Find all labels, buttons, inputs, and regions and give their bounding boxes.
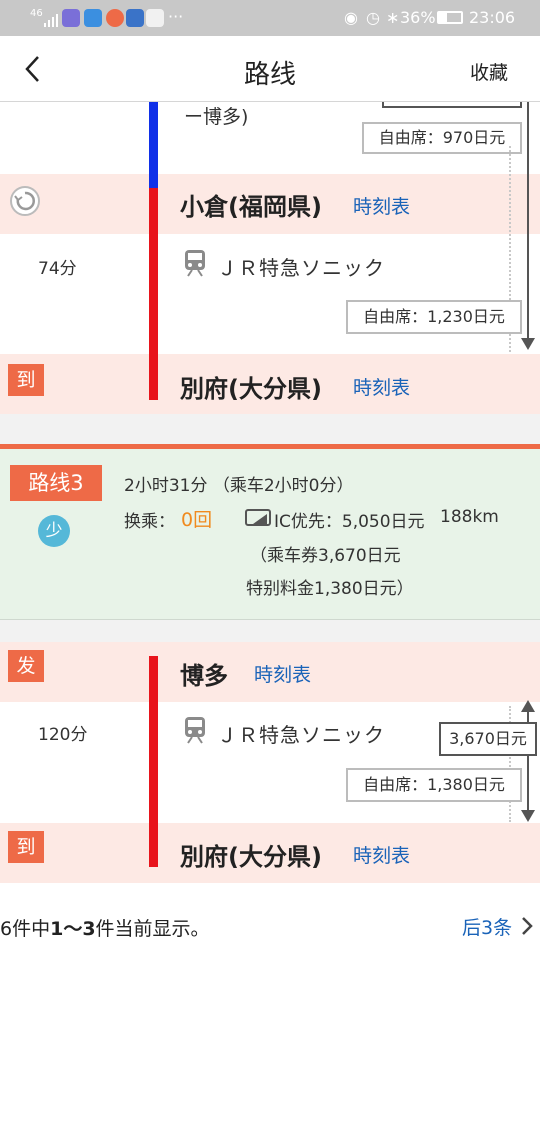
route-3-summary[interactable]: 路线3 少 2小时31分 （乘车2小时0分） 换乘： 0回 IC优先：5,050… — [0, 449, 540, 620]
fare-box: 自由席：1,230日元 — [346, 300, 522, 334]
station-name[interactable]: 別府(大分県) — [180, 837, 322, 872]
distance: 188km — [440, 507, 499, 527]
ticket-fare: （乘车券3,670日元 — [250, 546, 401, 566]
app-notification-icon — [126, 9, 144, 27]
timetable-link[interactable]: 時刻表 — [353, 192, 410, 219]
segment-duration: 74分 — [38, 259, 77, 279]
arrow-down-icon — [521, 338, 535, 350]
next-page-button[interactable]: 后3条 — [462, 913, 535, 941]
more-notifications-icon: ··· — [168, 7, 184, 26]
rail-line-red — [149, 354, 158, 400]
time-summary: 2小时31分 （乘车2小时0分） — [124, 476, 354, 496]
prev-line-text: ー博多) — [184, 106, 249, 128]
alarm-icon: ◷ — [366, 8, 380, 27]
app-notification-icon — [62, 9, 80, 27]
station-name[interactable]: 別府(大分県) — [180, 369, 322, 404]
result-summary: 6件中1〜3件当前显示。 — [0, 914, 210, 941]
app-notification-icon — [146, 9, 164, 27]
status-bar: 46 ··· ◉ ◷ ∗ 36% 23:06 — [0, 0, 540, 36]
fare-bracket-line — [527, 102, 529, 338]
train-icon — [183, 249, 207, 277]
app-notification-icon — [84, 9, 102, 27]
transfer-label: 换乘： — [124, 512, 175, 532]
favorite-button[interactable]: 收藏 — [470, 58, 508, 85]
station-name[interactable]: 博多 — [180, 656, 228, 691]
transfer-count: 0回 — [181, 509, 213, 531]
rail-line-blue — [149, 102, 158, 188]
summary-suffix: 件当前显示。 — [95, 918, 210, 940]
ic-priority-fare: IC优先：5,050日元 — [274, 512, 425, 532]
station-name[interactable]: 小倉(福岡県) — [180, 187, 322, 222]
route-2-details: ー博多) 自由席：970日元 小倉(福岡県) 時刻表 74分 ＪＲ特急ソニック … — [0, 102, 540, 414]
summary-prefix: 6件中 — [0, 918, 51, 940]
fare-box: 自由席：1,380日元 — [346, 768, 522, 802]
section-separator — [0, 620, 540, 642]
train-name: ＪＲ特急ソニック — [217, 723, 385, 747]
fare-box: 自由席：970日元 — [362, 122, 522, 154]
arrive-tag: 到 — [8, 831, 44, 863]
ticket-fare-box: 3,670日元 — [439, 722, 537, 756]
bluetooth-icon: ∗ — [386, 8, 400, 27]
signal-icon: 46 — [30, 8, 43, 19]
chevron-right-icon — [522, 917, 533, 935]
fewest-transfers-badge: 少 — [38, 515, 70, 547]
transfer-icon — [10, 186, 40, 216]
arrow-up-icon — [521, 700, 535, 712]
arrow-down-icon — [521, 810, 535, 822]
timetable-link[interactable]: 時刻表 — [353, 841, 410, 868]
timetable-link[interactable]: 時刻表 — [254, 660, 311, 687]
eye-icon: ◉ — [344, 8, 358, 27]
battery-percent: 36% — [400, 8, 436, 27]
app-notification-icon — [106, 9, 124, 27]
fare-bracket — [382, 102, 522, 108]
arrive-tag: 到 — [8, 364, 44, 396]
special-fare: 特别料金1,380日元） — [246, 579, 414, 599]
page-title: 路线 — [243, 60, 296, 90]
signal-bars-icon — [44, 12, 58, 27]
clock: 23:06 — [469, 8, 516, 27]
depart-tag: 发 — [8, 650, 44, 682]
battery-icon — [437, 11, 463, 24]
rail-line-red — [149, 823, 158, 867]
segment-duration: 120分 — [38, 725, 88, 745]
ic-card-icon — [245, 509, 271, 526]
train-name: ＪＲ特急ソニック — [217, 256, 385, 280]
section-separator — [0, 414, 540, 444]
summary-range: 1〜3 — [50, 918, 96, 940]
route-label: 路线3 — [10, 465, 102, 501]
next-page-label: 后3条 — [462, 917, 513, 939]
route-3-details: 发 博多 時刻表 120分 ＪＲ特急ソニック 3,670日元 自由席：1,380… — [0, 642, 540, 884]
timetable-link[interactable]: 時刻表 — [353, 373, 410, 400]
train-icon — [183, 716, 207, 744]
